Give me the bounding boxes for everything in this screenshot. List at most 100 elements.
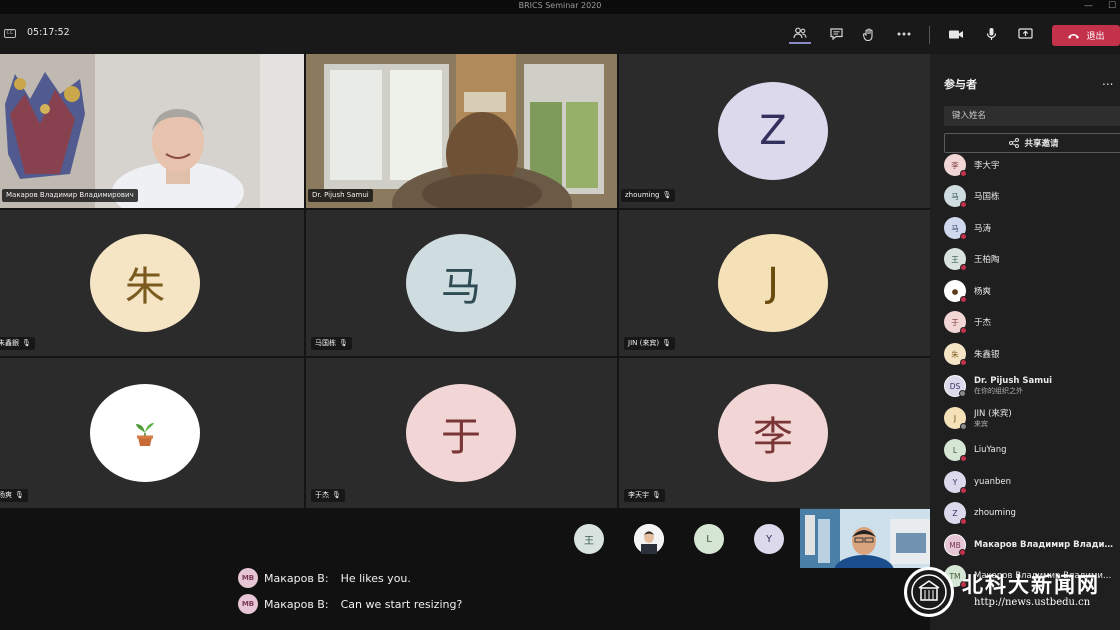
participant-avatar: 朱 — [90, 234, 200, 332]
participant-list-item[interactable]: J JIN (来宾) 来宾 — [944, 404, 1120, 432]
person-photo-icon — [634, 524, 664, 554]
participant-tile[interactable]: 于 于杰 🎙 — [306, 358, 617, 508]
caption-speaker: Макаров В: — [264, 597, 329, 611]
university-logo-icon — [904, 567, 954, 617]
participant-search-input[interactable]: 键入姓名 — [944, 106, 1120, 126]
participant-list-item[interactable]: ● 杨爽 — [944, 277, 1120, 305]
status-dot — [960, 264, 967, 271]
overflow-participant-photo[interactable] — [634, 524, 664, 554]
participant-name: Макаров Владимир Влади... — [974, 540, 1114, 550]
participant-name: 李大宇 — [974, 161, 1000, 171]
mic-muted-icon: 🎙 — [15, 491, 24, 499]
participant-list-item[interactable]: DS Dr. Pijush Samui 在你的组织之外 — [944, 372, 1120, 400]
participant-list-item[interactable]: MB Макаров Владимир Влади... — [944, 531, 1120, 559]
status-dot — [960, 487, 967, 494]
status-dot — [960, 296, 967, 303]
more-actions-button[interactable] — [893, 24, 915, 44]
status-dot — [960, 518, 967, 525]
meeting-toolbar: CC 05:17:52 退出 — [0, 14, 1120, 54]
participant-video-feed — [306, 54, 617, 208]
participant-name: 于杰 — [974, 318, 992, 328]
plant-avatar-icon — [90, 384, 200, 482]
participant-name-tag: Dr. Pijush Samui — [308, 189, 373, 202]
leave-button[interactable]: 退出 — [1052, 25, 1120, 46]
participant-list-item[interactable]: 李 李大宇 — [944, 151, 1120, 179]
bottom-bar: 王 L Y MB Макаров В: He likes you. MB Мак… — [0, 508, 930, 630]
participant-subtitle: 在你的组织之外 — [974, 387, 1023, 395]
camera-button[interactable] — [945, 24, 967, 44]
participant-name: LiuYang — [974, 445, 1007, 455]
participant-list-item[interactable]: L LiuYang — [944, 436, 1120, 464]
status-dot — [960, 233, 967, 240]
share-screen-button[interactable] — [1014, 24, 1036, 44]
participants-panel: 参与者 ... 键入姓名 共享邀请 李 李大宇 马 马国栋 马 马涛 王 王柏陶… — [930, 54, 1120, 630]
participant-tile[interactable]: 杨爽 🎙 — [0, 358, 304, 508]
microphone-button[interactable] — [980, 24, 1002, 44]
participant-avatar: 于 — [406, 384, 516, 482]
caption-speaker: Макаров В: — [264, 571, 329, 585]
participant-video-tile[interactable]: Dr. Pijush Samui — [306, 54, 617, 208]
participant-tile[interactable]: J JIN (来宾) 🎙 — [619, 210, 930, 356]
panel-more-icon[interactable]: ... — [1102, 74, 1113, 88]
participant-avatar: 马 — [944, 185, 967, 208]
participant-list-item[interactable]: Z zhouming — [944, 499, 1120, 527]
overflow-participant-avatar[interactable]: 王 — [574, 524, 604, 554]
share-invite-button[interactable]: 共享邀请 — [944, 133, 1120, 153]
status-dot — [960, 170, 967, 177]
mic-muted-icon: 🎙 — [339, 339, 348, 347]
participant-name: 马涛 — [974, 224, 992, 234]
participant-name-tag: 于杰 🎙 — [311, 489, 345, 502]
speaker-avatar: MB — [238, 594, 258, 614]
participant-name: zhouming — [974, 508, 1016, 518]
meeting-timer: 05:17:52 — [27, 27, 70, 38]
hand-icon — [863, 27, 873, 41]
participant-name-block: Dr. Pijush Samui 在你的组织之外 — [966, 376, 1052, 396]
participant-tile[interactable]: Z zhouming 🎙 — [619, 54, 930, 208]
news-watermark: 北科大新闻网 http://news.ustbedu.cn — [900, 565, 1120, 630]
participant-list-item[interactable]: 朱 朱鑫银 — [944, 340, 1120, 368]
overflow-participant-avatar[interactable]: L — [694, 524, 724, 554]
share-screen-icon — [1017, 28, 1033, 39]
participant-list-item[interactable]: 王 王柏陶 — [944, 245, 1120, 273]
participant-name: JIN (来宾) — [974, 409, 1012, 419]
captions-icon[interactable]: CC — [4, 29, 16, 38]
watermark-url: http://news.ustbedu.cn — [974, 597, 1091, 608]
participant-name-tag: JIN (来宾) 🎙 — [624, 337, 675, 350]
watermark-title: 北科大新闻网 — [962, 572, 1100, 597]
participant-name-tag: 杨爽 🎙 — [0, 489, 28, 502]
participant-list-item[interactable]: 马 马涛 — [944, 214, 1120, 242]
share-invite-label: 共享邀请 — [1024, 139, 1059, 149]
self-video-preview[interactable] — [800, 508, 930, 568]
participant-list-item[interactable]: Y yuanben — [944, 468, 1120, 496]
participant-video-tile[interactable]: Макаров Владимир Владимирович — [0, 54, 304, 208]
status-dot — [959, 390, 966, 397]
participant-avatar: 王 — [944, 248, 967, 271]
raise-hand-button[interactable] — [858, 24, 880, 44]
hang-up-icon — [1068, 33, 1080, 39]
participant-avatar: MB — [944, 534, 966, 556]
mic-muted-icon: 🎙 — [652, 491, 661, 499]
self-video-feed — [800, 509, 930, 568]
minimize-button[interactable]: — — [1084, 0, 1093, 12]
show-participants-button[interactable] — [789, 24, 811, 44]
leave-label: 退出 — [1086, 32, 1105, 42]
status-dot — [960, 455, 967, 462]
participant-list-item[interactable]: 马 马国栋 — [944, 182, 1120, 210]
participant-name: Dr. Pijush Samui — [974, 376, 1053, 386]
mic-muted-icon: 🎙 — [22, 339, 31, 347]
maximize-button[interactable]: ☐ — [1108, 0, 1116, 12]
mic-muted-icon: 🎙 — [662, 191, 672, 199]
participant-avatar: Z — [944, 502, 967, 525]
participant-name: 杨爽 — [974, 287, 992, 297]
participant-avatar: 马 — [406, 234, 516, 332]
participant-list-item[interactable]: 于 于杰 — [944, 308, 1120, 336]
participant-tile[interactable]: 李 李天宇 🎙 — [619, 358, 930, 508]
potted-plant-icon — [136, 423, 154, 446]
participant-tile[interactable]: 朱 朱鑫銀 🎙 — [0, 210, 304, 356]
participant-avatar: L — [944, 439, 967, 462]
show-chat-button[interactable] — [825, 24, 847, 44]
overflow-participant-avatar[interactable]: Y — [754, 524, 784, 554]
participant-tile[interactable]: 马 马国栋 🎙 — [306, 210, 617, 356]
participant-avatar: J — [718, 234, 828, 332]
participant-subtitle: 来宾 — [974, 420, 988, 428]
